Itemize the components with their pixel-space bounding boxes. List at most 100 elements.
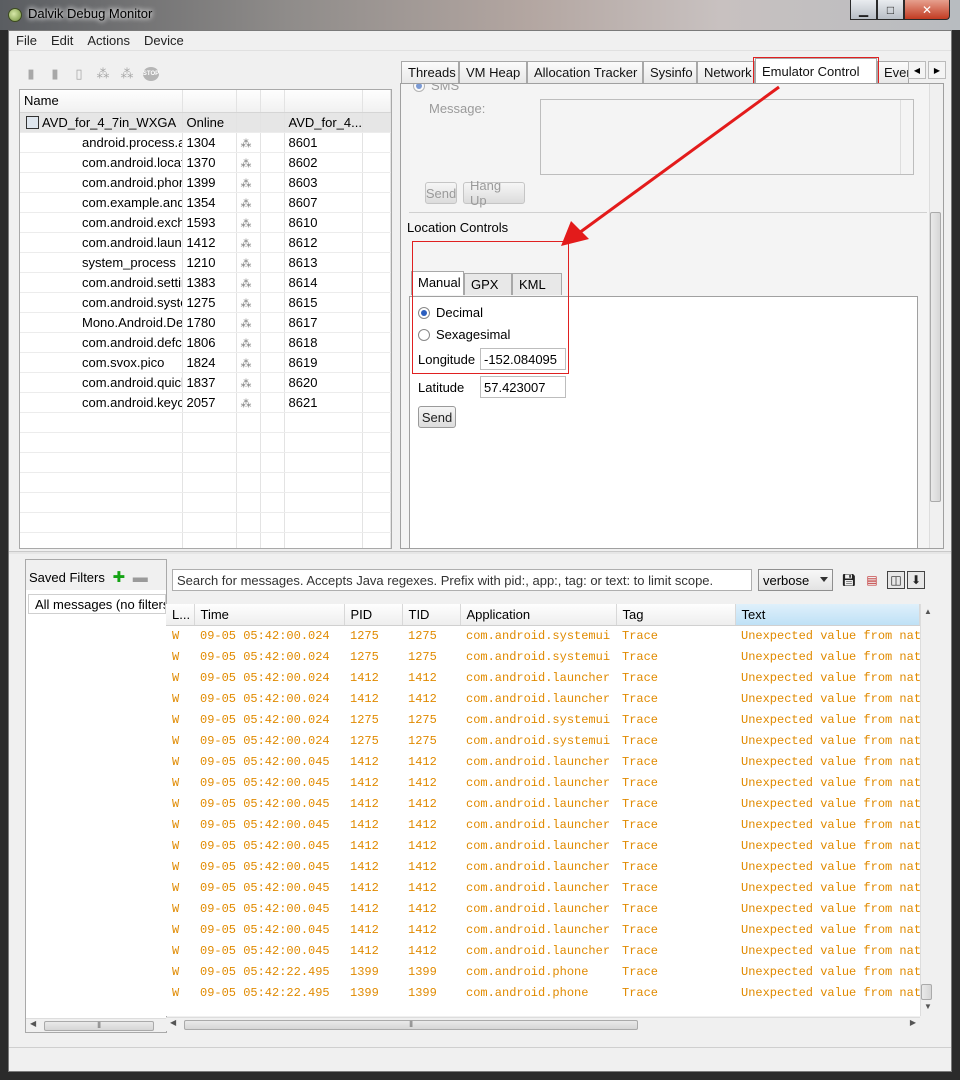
tab-event-log[interactable]: Even: [877, 61, 909, 83]
process-row[interactable]: system_process 1210 ⁂ 8613: [20, 252, 391, 273]
sexagesimal-radio[interactable]: [418, 328, 430, 341]
menu-actions[interactable]: Actions: [80, 33, 137, 48]
remove-filter-icon[interactable]: ▬: [133, 569, 148, 586]
log-level-select[interactable]: verbose: [758, 569, 833, 591]
stop-process-icon[interactable]: STOP: [143, 67, 159, 81]
update-heap-icon[interactable]: ▮: [23, 66, 39, 82]
logcat-vscroll-thumb[interactable]: [921, 984, 932, 1000]
column-text[interactable]: Text: [735, 604, 920, 626]
emulator-scroll-thumb[interactable]: [930, 212, 941, 502]
sms-send-button[interactable]: Send: [425, 182, 457, 204]
hang-up-button[interactable]: Hang Up: [463, 178, 525, 208]
horizontal-sash[interactable]: [9, 551, 951, 554]
scroll-lock-icon[interactable]: ⬇: [907, 571, 925, 589]
process-row[interactable]: com.android.keychain2057⁂ 8621: [20, 392, 391, 413]
tab-manual[interactable]: Manual: [411, 271, 464, 295]
tab-emulator-control[interactable]: Emulator Control: [755, 58, 877, 83]
column-level[interactable]: L...: [166, 604, 195, 626]
column-name[interactable]: Name: [20, 90, 183, 113]
logcat-hscroll-thumb[interactable]: ⫴: [184, 1020, 638, 1030]
log-row[interactable]: W 09-05 05:42:00.045 1412 1412 com.android.l…: [166, 772, 920, 793]
log-row[interactable]: W 09-05 05:42:00.024 1275 1275 com.android.s…: [166, 730, 920, 751]
tab-network[interactable]: Network: [697, 61, 755, 83]
log-row[interactable]: W 09-05 05:42:00.045 1412 1412 com.android.l…: [166, 919, 920, 940]
log-row[interactable]: W 09-05 05:42:00.045 1412 1412 com.android.l…: [166, 940, 920, 961]
save-log-icon[interactable]: 💾︎: [840, 571, 858, 589]
log-row[interactable]: W 09-05 05:42:00.024 1412 1412 com.android.l…: [166, 688, 920, 709]
column-application[interactable]: Application: [460, 604, 617, 626]
filters-scrollbar[interactable]: ◀ ⫴: [26, 1018, 166, 1032]
log-row[interactable]: W 09-05 05:42:00.024 1275 1275 com.android.s…: [166, 709, 920, 730]
log-row[interactable]: W 09-05 05:42:00.045 1412 1412 com.android.l…: [166, 898, 920, 919]
close-button[interactable]: ✕: [904, 0, 950, 20]
scroll-left-icon[interactable]: ◀: [30, 1019, 36, 1028]
process-row[interactable]: com.android.defcontainer1806⁂ 8618: [20, 332, 391, 353]
sms-radio-row[interactable]: SMS: [413, 84, 459, 93]
process-row[interactable]: com.example.android1354⁂ 8607: [20, 192, 391, 213]
update-threads-icon[interactable]: ⁂: [95, 66, 111, 82]
message-scrollbar[interactable]: [900, 100, 913, 174]
log-row[interactable]: W 09-05 05:42:00.045 1412 1412 com.android.l…: [166, 835, 920, 856]
column-tid[interactable]: TID: [402, 604, 461, 626]
scroll-right-icon[interactable]: ▶: [910, 1018, 916, 1027]
process-row[interactable]: com.android.phone1399⁂ 8603: [20, 172, 391, 193]
sms-radio[interactable]: [413, 84, 425, 92]
logcat-vscroll[interactable]: ▲ ▼: [920, 604, 934, 1016]
add-filter-icon[interactable]: ✚: [113, 569, 126, 586]
logcat-hscroll[interactable]: ◀ ⫴ ▶: [166, 1017, 920, 1031]
log-row[interactable]: W 09-05 05:42:00.024 1275 1275 com.android.s…: [166, 625, 920, 646]
filters-scroll-thumb[interactable]: ⫴: [44, 1021, 154, 1031]
process-row[interactable]: com.android.quicksearchbox1837⁂ 8620: [20, 372, 391, 393]
scroll-up-icon[interactable]: ▲: [924, 607, 932, 616]
column-time[interactable]: Time: [194, 604, 345, 626]
title-bar[interactable]: Dalvik Debug Monitor ▁ □ ✕: [0, 0, 960, 30]
column-pid[interactable]: PID: [344, 604, 403, 626]
tab-scroll-left-icon[interactable]: ◀: [908, 61, 926, 79]
cause-gc-icon[interactable]: ▯: [71, 66, 87, 82]
location-send-button[interactable]: Send: [418, 406, 456, 428]
emulator-scrollbar[interactable]: [929, 84, 943, 548]
tab-kml[interactable]: KML: [512, 273, 562, 295]
process-row[interactable]: android.process.acore1304⁂ 8601: [20, 132, 391, 153]
longitude-input[interactable]: -152.084095: [480, 348, 566, 370]
decimal-radio-row[interactable]: Decimal: [418, 305, 483, 320]
log-row[interactable]: W 09-05 05:42:00.024 1412 1412 com.android.l…: [166, 667, 920, 688]
scroll-left-icon[interactable]: ◀: [170, 1018, 176, 1027]
log-row[interactable]: W 09-05 05:42:22.495 1399 1399 com.android.p…: [166, 961, 920, 982]
process-row[interactable]: Mono.Android.DebugRuntime1780⁂ 8617: [20, 312, 391, 333]
process-row[interactable]: com.android.systemui1275⁂ 8615: [20, 292, 391, 313]
process-row[interactable]: com.android.launcher1412⁂ 8612: [20, 232, 391, 253]
log-row[interactable]: W 09-05 05:42:00.024 1275 1275 com.android.s…: [166, 646, 920, 667]
decimal-radio[interactable]: [418, 306, 430, 319]
latitude-input[interactable]: 57.423007: [480, 376, 566, 398]
minimize-button[interactable]: ▁: [850, 0, 877, 20]
process-row[interactable]: com.svox.pico 1824 ⁂ 8619: [20, 352, 391, 373]
tab-scroll-right-icon[interactable]: ▶: [928, 61, 946, 79]
tab-allocation-tracker[interactable]: Allocation Tracker: [527, 61, 643, 83]
start-profiling-icon[interactable]: ⁂: [119, 66, 135, 82]
process-row[interactable]: com.android.settings1383⁂ 8614: [20, 272, 391, 293]
sexagesimal-radio-row[interactable]: Sexagesimal: [418, 327, 510, 342]
scroll-down-icon[interactable]: ▼: [924, 1002, 932, 1011]
process-row[interactable]: com.android.location.fused1370⁂ 8602: [20, 152, 391, 173]
logcat-search-input[interactable]: Search for messages. Accepts Java regexe…: [172, 569, 752, 591]
clear-log-icon[interactable]: ▤: [863, 571, 881, 589]
log-row[interactable]: W 09-05 05:42:00.045 1412 1412 com.android.l…: [166, 793, 920, 814]
process-row[interactable]: com.android.exchange1593⁂ 8610: [20, 212, 391, 233]
device-row[interactable]: AVD_for_4_7in_WXGA Online AVD_for_4...: [20, 112, 391, 133]
menu-edit[interactable]: Edit: [44, 33, 80, 48]
log-row[interactable]: W 09-05 05:42:22.495 1399 1399 com.android.p…: [166, 982, 920, 1003]
menu-file[interactable]: File: [9, 33, 44, 48]
tab-gpx[interactable]: GPX: [464, 273, 512, 295]
tab-threads[interactable]: Threads: [401, 61, 459, 83]
tab-vm-heap[interactable]: VM Heap: [459, 61, 527, 83]
log-row[interactable]: W 09-05 05:42:00.045 1412 1412 com.android.l…: [166, 814, 920, 835]
column-tag[interactable]: Tag: [616, 604, 736, 626]
column-mode-icon[interactable]: ◫: [887, 571, 905, 589]
filter-item-all[interactable]: All messages (no filters): [28, 594, 166, 614]
log-row[interactable]: W 09-05 05:42:00.045 1412 1412 com.android.l…: [166, 751, 920, 772]
dump-hprof-icon[interactable]: ▮: [47, 66, 63, 82]
log-row[interactable]: W 09-05 05:42:00.045 1412 1412 com.android.l…: [166, 877, 920, 898]
tab-sysinfo[interactable]: Sysinfo: [643, 61, 697, 83]
maximize-button[interactable]: □: [877, 0, 904, 20]
